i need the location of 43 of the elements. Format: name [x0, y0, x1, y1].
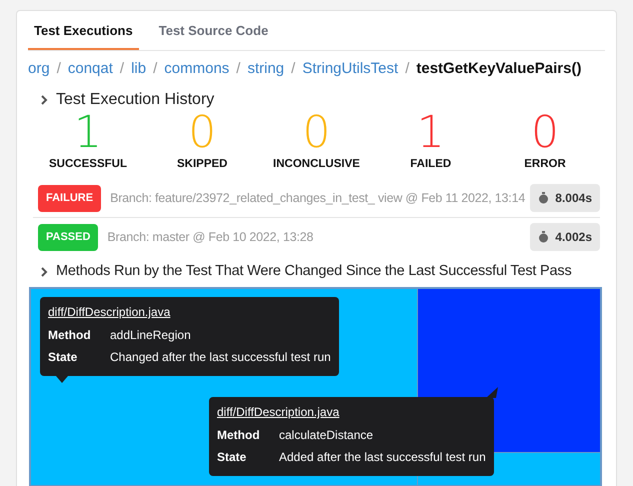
field-value: calculateDistance: [279, 427, 374, 444]
tab[interactable]: Test Source Code: [152, 16, 274, 50]
breadcrumb-link[interactable]: org: [28, 58, 50, 80]
field-value: Added after the last successful test run: [279, 449, 486, 466]
duration-badge: 8.004s: [530, 184, 600, 212]
count-label: ERROR: [524, 157, 566, 172]
tab[interactable]: Test Executions: [28, 16, 139, 50]
breadcrumb-link[interactable]: conqat: [68, 58, 113, 80]
status-badge: PASSED: [38, 224, 98, 250]
field-label: Method: [48, 327, 92, 344]
breadcrumb-separator: /: [291, 58, 296, 78]
field-label: State: [217, 449, 248, 466]
count-value: 0: [531, 110, 559, 156]
section-title[interactable]: Methods Run by the Test That Were Changed Since the Last Successful Test Pass: [56, 261, 572, 283]
count-value: 0: [188, 110, 216, 156]
breadcrumb-separator: /: [405, 58, 410, 78]
status-badge: FAILURE: [38, 185, 102, 212]
count-value: 0: [302, 110, 330, 156]
field-label: State: [48, 349, 78, 366]
breadcrumb-separator: /: [56, 58, 61, 78]
breadcrumb-link[interactable]: string: [247, 58, 284, 80]
breadcrumb-separator: /: [153, 58, 158, 78]
breadcrumb-separator: /: [120, 58, 124, 78]
run-info: Branch: master @ Feb 10 2022, 13:28: [107, 228, 314, 246]
count-label: INCONCLUSIVE: [273, 157, 360, 172]
count-value: 1: [416, 110, 445, 156]
field-value: Changed after the last successful test run: [110, 349, 331, 366]
breadcrumb-separator: /: [236, 58, 240, 78]
field-value: addLineRegion: [110, 327, 191, 344]
count-value: 1: [74, 110, 102, 156]
run-info: Branch: feature/23972_related_changes_in_test_ view @ Feb 11 2022, 13:14: [110, 190, 526, 207]
file-link[interactable]: diff/DiffDescription.java: [217, 403, 486, 421]
breadcrumb-link[interactable]: StringUtilsTest: [302, 58, 398, 80]
count-label: SUCCESSFUL: [49, 157, 127, 172]
breadcrumb-link[interactable]: lib: [131, 58, 146, 80]
field-label: Method: [217, 427, 261, 444]
breadcrumb-link[interactable]: commons: [164, 58, 230, 80]
count-label: SKIPPED: [177, 157, 228, 172]
section-title[interactable]: Test Execution History: [56, 88, 214, 112]
breadcrumb-current: testGetKeyValuePairs(): [416, 58, 582, 78]
duration-badge: 4.002s: [530, 223, 600, 252]
file-link[interactable]: diff/DiffDescription.java: [48, 303, 331, 321]
count-label: FAILED: [410, 157, 452, 172]
